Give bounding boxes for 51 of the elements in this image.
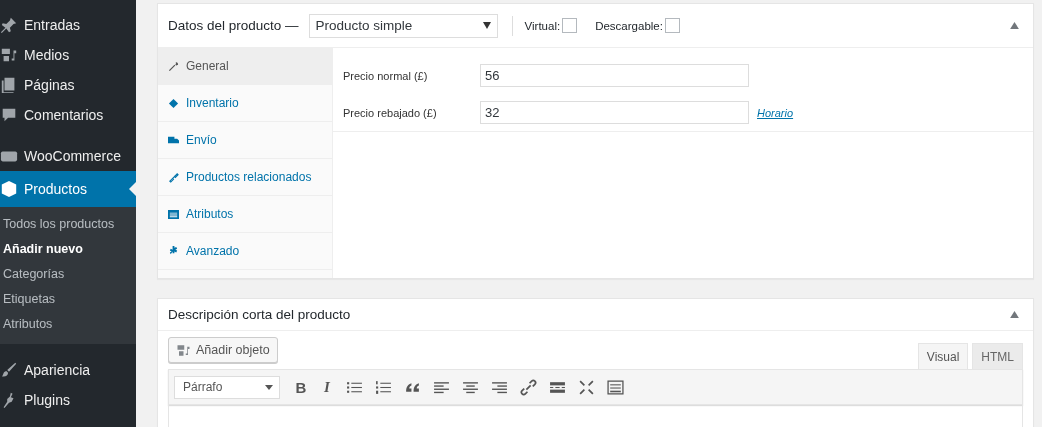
product-data-tab[interactable]: Avanzado bbox=[158, 233, 332, 270]
menu-item[interactable]: Medios bbox=[0, 40, 136, 70]
menu-item[interactable]: Plugins bbox=[0, 385, 136, 415]
option-label: Descargable: bbox=[595, 19, 663, 32]
product-type-select[interactable]: Producto simple bbox=[308, 13, 498, 38]
truck-icon bbox=[168, 134, 179, 146]
submenu-item[interactable]: Añadir nuevo bbox=[0, 237, 136, 262]
menu-item[interactable]: WooCommerce bbox=[0, 141, 136, 171]
tag-icon bbox=[168, 97, 179, 109]
panel-title: Datos del producto — bbox=[168, 18, 299, 33]
checkbox[interactable] bbox=[562, 18, 578, 33]
box-icon bbox=[0, 180, 18, 198]
media-icon bbox=[176, 342, 191, 358]
format-select[interactable]: Párrafo bbox=[174, 375, 280, 399]
add-media-button[interactable]: Añadir objeto bbox=[168, 337, 278, 363]
menu-item[interactable]: Entradas bbox=[0, 10, 136, 40]
submenu-item[interactable]: Todos los productos bbox=[0, 212, 136, 237]
menu-item[interactable]: Productos bbox=[0, 171, 136, 207]
collapse-toggle-icon[interactable] bbox=[1010, 22, 1019, 29]
menu-item[interactable]: Comentarios bbox=[0, 100, 136, 130]
wrench-icon bbox=[168, 60, 179, 72]
checkbox[interactable] bbox=[664, 18, 680, 33]
product-data-tab[interactable]: Atributos bbox=[158, 196, 332, 233]
price-input[interactable]: 56 bbox=[480, 64, 749, 87]
product-data-tab[interactable]: General bbox=[158, 48, 332, 85]
product-data-tab[interactable]: Productos relacionados bbox=[158, 159, 332, 196]
price-input[interactable]: 32 bbox=[480, 101, 749, 124]
brush-icon bbox=[0, 361, 18, 379]
submenu-item[interactable]: Categorías bbox=[0, 262, 136, 287]
numbers-icon[interactable] bbox=[375, 378, 392, 396]
product-data-tab[interactable]: Inventario bbox=[158, 85, 332, 122]
field-label: Precio normal (£) bbox=[343, 69, 429, 82]
panel-title: Descripción corta del producto bbox=[168, 307, 351, 322]
submenu-item[interactable]: Atributos bbox=[0, 312, 136, 337]
menu-item[interactable]: Apariencia bbox=[0, 355, 136, 385]
field-label: Precio rebajado (£) bbox=[343, 106, 438, 119]
submenu-item[interactable]: Etiquetas bbox=[0, 287, 136, 312]
menu-item[interactable]: Páginas bbox=[0, 70, 136, 100]
schedule-link[interactable]: Horario bbox=[757, 106, 794, 119]
editor-tab[interactable]: HTML bbox=[972, 343, 1023, 369]
option-label: Virtual: bbox=[524, 19, 561, 32]
editor-tab[interactable]: Visual bbox=[917, 343, 969, 369]
product-data-tab[interactable]: Envío bbox=[158, 122, 332, 159]
list-icon bbox=[168, 208, 179, 220]
italic-button[interactable]: I bbox=[320, 378, 334, 396]
bold-button[interactable]: B bbox=[294, 378, 308, 396]
kitchen-sink-icon[interactable] bbox=[607, 378, 624, 396]
pin-icon bbox=[0, 16, 18, 34]
collapse-toggle-icon[interactable] bbox=[1010, 311, 1019, 318]
media-icon bbox=[0, 46, 18, 64]
fullscreen-icon[interactable] bbox=[578, 378, 595, 396]
